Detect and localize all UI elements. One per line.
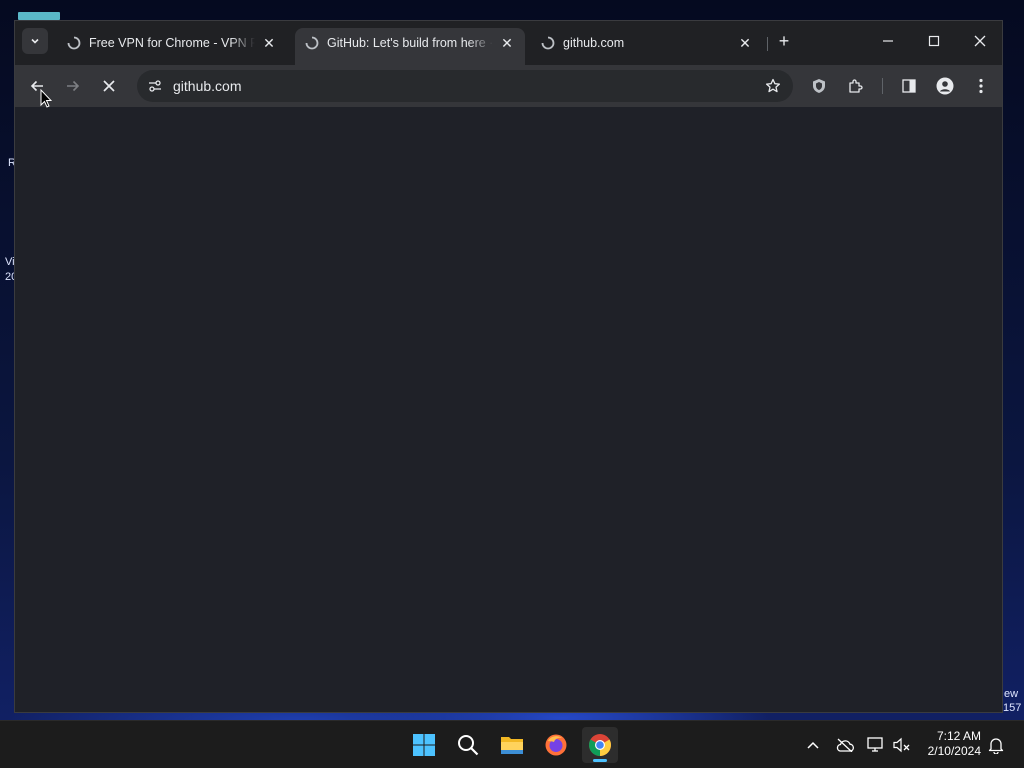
browser-menu-button[interactable] (967, 72, 995, 100)
close-window-button[interactable] (965, 29, 995, 53)
chrome-icon (589, 734, 611, 756)
maximize-button[interactable] (919, 29, 949, 53)
onedrive-offline-icon (836, 738, 854, 752)
clock-time: 7:12 AM (936, 729, 981, 743)
close-icon[interactable]: ✕ (499, 35, 515, 51)
taskbar: 7:12 AM 2/10/2024 (0, 720, 1024, 768)
minimize-button[interactable] (873, 29, 903, 53)
onedrive-tray-button[interactable] (835, 735, 855, 755)
tab-search-button[interactable] (22, 28, 48, 54)
tab-strip: Free VPN for Chrome - VPN Proxy VeePN ✕ … (15, 21, 1002, 65)
page-content-area[interactable] (15, 107, 1002, 712)
tab-github[interactable]: GitHub: Let's build from here · GitHub ✕ (295, 28, 525, 65)
desktop-text-fragment: 157 (1003, 702, 1022, 714)
forward-icon (67, 80, 80, 92)
firefox-button[interactable] (538, 727, 574, 763)
volume-tray-button[interactable] (892, 735, 912, 755)
loading-spinner-icon (541, 36, 555, 50)
side-panel-button[interactable] (895, 72, 923, 100)
show-hidden-icons-button[interactable] (803, 735, 823, 755)
browser-window: Free VPN for Chrome - VPN Proxy VeePN ✕ … (14, 20, 1003, 713)
url-text[interactable]: github.com (173, 78, 761, 94)
taskbar-search-button[interactable] (450, 727, 486, 763)
loading-spinner-icon (305, 36, 319, 50)
notifications-button[interactable] (986, 735, 1006, 755)
close-icon[interactable]: ✕ (737, 35, 753, 51)
forward-button[interactable] (59, 72, 87, 100)
menu-icon (979, 78, 983, 94)
active-app-indicator (593, 759, 607, 762)
desktop-text-fragment: ew (1004, 688, 1019, 700)
address-bar[interactable]: github.com (137, 70, 793, 102)
minimize-icon (883, 40, 893, 42)
tab-title: Free VPN for Chrome - VPN Proxy VeePN (89, 36, 255, 50)
file-explorer-icon (501, 737, 523, 754)
profile-button[interactable] (931, 72, 959, 100)
network-icon (867, 737, 883, 752)
system-clock[interactable]: 7:12 AM 2/10/2024 (928, 729, 981, 759)
search-icon (458, 735, 479, 756)
extensions-button[interactable] (841, 72, 869, 100)
tab-veepn[interactable]: Free VPN for Chrome - VPN Proxy VeePN ✕ (57, 28, 287, 58)
tab-separator (767, 37, 768, 51)
firefox-icon (545, 734, 567, 756)
tab-title: github.com (563, 36, 625, 50)
browser-toolbar: github.com (15, 65, 1002, 107)
chevron-down-icon (31, 38, 39, 44)
profile-icon (936, 77, 954, 95)
bell-icon (988, 738, 1004, 754)
network-tray-button[interactable] (866, 735, 886, 755)
chevron-up-icon (807, 741, 819, 749)
volume-muted-icon (893, 737, 910, 753)
vpn-extension-button[interactable] (805, 72, 833, 100)
desktop-window-edge (18, 12, 60, 20)
stop-loading-button[interactable] (95, 72, 123, 100)
stop-icon (103, 80, 115, 92)
tab-github-com[interactable]: github.com ✕ (531, 28, 763, 58)
start-button[interactable] (406, 727, 442, 763)
new-tab-button[interactable]: + (774, 31, 794, 51)
toolbar-divider (882, 78, 883, 94)
chrome-button[interactable] (582, 727, 618, 763)
file-explorer-button[interactable] (494, 727, 530, 763)
close-icon[interactable]: ✕ (261, 35, 277, 51)
clock-date: 2/10/2024 (927, 744, 981, 758)
mouse-cursor-icon (40, 89, 52, 108)
site-info-icon[interactable] (145, 76, 165, 96)
loading-spinner-icon (67, 36, 81, 50)
start-icon (413, 734, 435, 756)
vpn-shield-icon (813, 79, 825, 93)
extensions-icon (849, 79, 863, 93)
close-icon (974, 35, 986, 47)
side-panel-icon (902, 79, 916, 93)
tab-title: GitHub: Let's build from here · GitHub (327, 36, 493, 50)
bookmark-star-icon[interactable] (761, 74, 785, 98)
maximize-icon (928, 35, 940, 47)
